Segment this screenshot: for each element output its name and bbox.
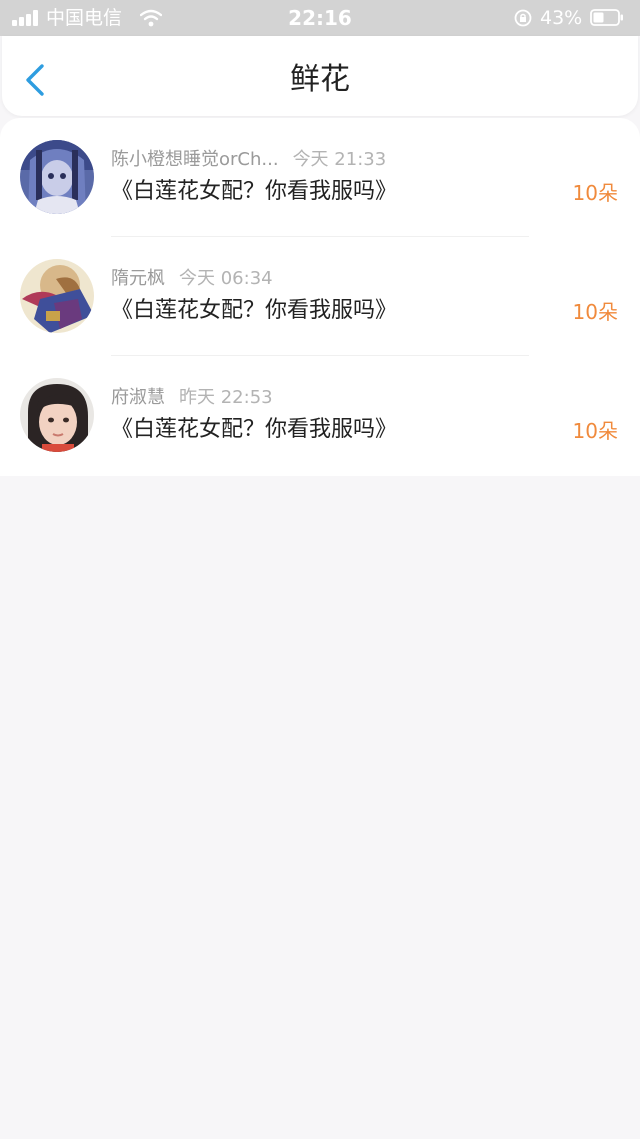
battery-icon [590,9,624,26]
timestamp: 昨天 22:53 [179,387,273,408]
rotation-lock-icon [514,9,532,27]
user-name[interactable]: 隋元枫 [111,268,165,289]
user-name[interactable]: 陈小橙想睡觉orCh... [111,149,279,170]
flower-list: 陈小橙想睡觉orCh... 今天 21:33 《白莲花女配？你看我服吗》 10朵 … [0,118,640,476]
list-item[interactable]: 陈小橙想睡觉orCh... 今天 21:33 《白莲花女配？你看我服吗》 10朵 [0,118,640,237]
page-title: 鲜花 [290,62,350,97]
book-title: 《白莲花女配？你看我服吗》 [111,417,398,442]
book-title: 《白莲花女配？你看我服吗》 [111,298,398,323]
flower-count: 10朵 [572,300,618,324]
row-meta: 陈小橙想睡觉orCh... 今天 21:33 [111,148,386,172]
timestamp: 今天 21:33 [292,149,387,170]
row-meta: 隋元枫 今天 06:34 [111,267,273,291]
list-item[interactable]: 隋元枫 今天 06:34 《白莲花女配？你看我服吗》 10朵 [0,237,640,356]
timestamp: 今天 06:34 [179,268,273,289]
user-name[interactable]: 府淑慧 [111,387,165,408]
row-meta: 府淑慧 昨天 22:53 [111,386,273,410]
avatar[interactable] [20,378,94,452]
avatar[interactable] [20,140,94,214]
avatar[interactable] [20,259,94,333]
book-title: 《白莲花女配？你看我服吗》 [111,179,398,204]
status-bar: 中国电信 22:16 43% [0,0,640,36]
battery-percent: 43% [540,7,583,29]
flower-count: 10朵 [572,419,618,443]
nav-bar: 鲜花 [2,36,638,116]
list-item[interactable]: 府淑慧 昨天 22:53 《白莲花女配？你看我服吗》 10朵 [0,356,640,475]
flower-count: 10朵 [572,181,618,205]
